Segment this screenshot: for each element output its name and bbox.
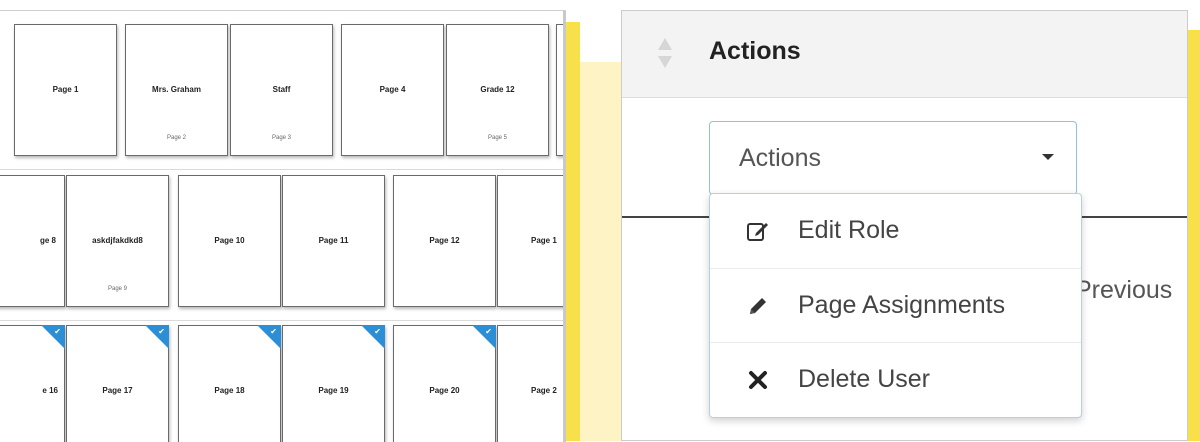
page-title: ge 8 [39, 236, 56, 245]
page-title: askdjfakdkd8 [92, 236, 143, 245]
assigned-flag [41, 325, 65, 349]
menu-item-edit-role[interactable]: Edit Role [710, 194, 1081, 268]
background-accent-bar [564, 22, 580, 441]
check-icon: ✔ [158, 327, 165, 336]
page-title: Mrs. Graham [152, 85, 201, 94]
row-divider [0, 169, 563, 170]
page-thumbnail[interactable]: Page 2 [497, 325, 566, 442]
page-number: Page 5 [487, 135, 508, 141]
page-number: Page 3 [271, 135, 292, 141]
page-thumbnail[interactable]: Page 11 [282, 175, 385, 307]
check-icon: ✔ [374, 327, 381, 336]
pencil-icon [750, 298, 766, 314]
column-title: Actions [709, 37, 801, 65]
page-thumbnail[interactable]: Page 19 ✔ [282, 325, 385, 442]
page-thumbnail[interactable]: e 16 ✔ [0, 325, 65, 442]
page-title: Grade 12 [480, 85, 515, 94]
actions-panel: Actions Previous Actions Edit Role Page … [621, 10, 1188, 441]
page-thumbnail[interactable]: Page 17 ✔ [66, 325, 169, 442]
edit-icon [747, 223, 768, 241]
ladder-row: Page 1 Mrs. Graham Page 2 Staff Page 3 P… [0, 20, 566, 158]
page-title: Page 12 [429, 236, 460, 245]
assigned-flag [361, 325, 385, 349]
menu-item-label: Page Assignments [798, 291, 1006, 319]
page-thumbnail[interactable]: Page 18 ✔ [178, 325, 281, 442]
times-icon [749, 371, 767, 389]
page-thumbnail[interactable]: Page 20 ✔ [393, 325, 496, 442]
sort-icon[interactable] [658, 38, 672, 68]
actions-dropdown-button[interactable]: Actions [709, 121, 1077, 195]
assigned-flag [472, 325, 496, 349]
page-title: Page 4 [379, 85, 406, 94]
background-accent-bar [1188, 30, 1200, 441]
page-ladder: Page 1 Mrs. Graham Page 2 Staff Page 3 P… [0, 10, 566, 442]
page-thumbnail[interactable]: Mrs. Graham Page 2 [125, 24, 228, 156]
page-thumbnail[interactable]: Staff Page 3 [230, 24, 333, 156]
page-thumbnail[interactable]: askdjfakdkd8 Page 9 [66, 175, 169, 307]
page-thumbnail[interactable]: Page 10 [178, 175, 281, 307]
menu-item-label: Delete User [798, 365, 930, 393]
caret-down-icon [1042, 154, 1054, 160]
page-title: Page 2 [531, 386, 557, 395]
page-thumbnail[interactable]: Page 1 [497, 175, 566, 307]
page-number: Page 2 [166, 135, 187, 141]
page-thumbnail[interactable]: Grade 12 Page 5 [446, 24, 549, 156]
actions-dropdown-menu: Edit Role Page Assignments Delete User [709, 193, 1082, 418]
page-title: Page 18 [214, 386, 245, 395]
check-icon: ✔ [485, 327, 492, 336]
menu-item-page-assignments[interactable]: Page Assignments [710, 268, 1081, 343]
page-thumbnail[interactable]: Page 12 [393, 175, 496, 307]
assigned-flag [145, 325, 169, 349]
page-title: Page 10 [214, 236, 245, 245]
page-title: Page 19 [318, 386, 349, 395]
page-number: Page 9 [107, 286, 128, 292]
ladder-row: e 16 ✔ Page 17 ✔ Page 18 ✔ Page 19 ✔ Pag… [0, 321, 566, 442]
menu-item-label: Edit Role [798, 216, 900, 244]
ladder-border [563, 11, 566, 442]
page-title: Page 1 [531, 236, 557, 245]
table-column-header[interactable]: Actions [622, 11, 1187, 98]
page-title: e 16 [42, 386, 58, 395]
check-icon: ✔ [270, 327, 277, 336]
page-title: Page 20 [429, 386, 460, 395]
page-title: Page 17 [102, 386, 133, 395]
actions-label: Actions [739, 144, 821, 172]
previous-link[interactable]: Previous [1075, 276, 1172, 305]
page-title: Page 1 [52, 85, 79, 94]
page-thumbnail[interactable]: Page 4 [341, 24, 444, 156]
page-title: Staff [272, 85, 291, 94]
page-thumbnail[interactable]: ge 8 [0, 175, 65, 307]
assigned-flag [257, 325, 281, 349]
page-title: Page 11 [318, 236, 349, 245]
check-icon: ✔ [54, 327, 61, 336]
page-thumbnail[interactable]: Page 1 [14, 24, 117, 156]
ladder-row: ge 8 askdjfakdkd8 Page 9 Page 10 Page 11… [0, 171, 566, 309]
menu-item-delete-user[interactable]: Delete User [710, 342, 1081, 417]
